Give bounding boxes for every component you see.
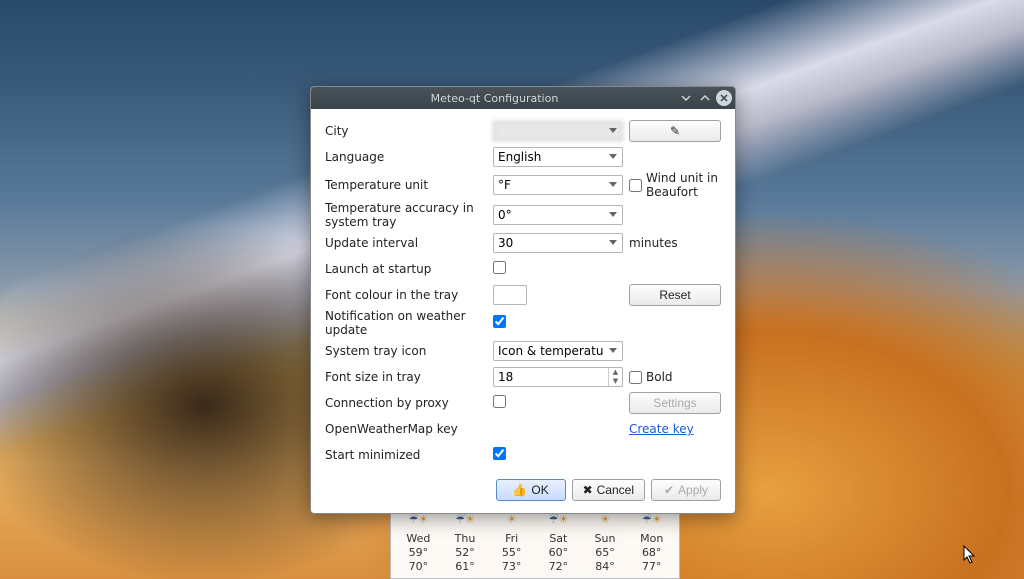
city-label: City (325, 124, 493, 138)
cancel-icon: ✖ (583, 483, 593, 497)
create-key-link[interactable]: Create key (629, 422, 694, 436)
proxy-checkbox[interactable] (493, 395, 506, 408)
owm-key-input[interactable] (493, 419, 623, 439)
tray-icon-label: System tray icon (325, 344, 493, 358)
spin-up-icon[interactable]: ▲ (609, 368, 622, 377)
ok-icon: 👍 (512, 483, 527, 497)
window-title: Meteo-qt Configuration (311, 92, 678, 105)
forecast-dow: Wed (397, 532, 440, 545)
forecast-hi: 84° (584, 560, 627, 574)
update-interval-select[interactable]: 30 (493, 233, 623, 253)
font-size-input[interactable] (494, 368, 608, 386)
font-colour-label: Font colour in the tray (325, 288, 493, 302)
forecast-hi: 73° (490, 560, 533, 574)
proxy-settings-button: Settings (629, 392, 721, 414)
forecast-dow: Thu (444, 532, 487, 545)
apply-button: ✔Apply (651, 479, 721, 501)
forecast-hi: 61° (444, 560, 487, 574)
dialog-body: City ✎ Language English Temperature unit… (311, 109, 735, 513)
launch-startup-label: Launch at startup (325, 262, 493, 276)
forecast-day: ☔☀ Wed 59°70° (397, 508, 440, 574)
reset-button[interactable]: Reset (629, 284, 721, 306)
city-select[interactable] (493, 121, 623, 141)
start-minimized-checkbox[interactable] (493, 447, 506, 460)
temp-unit-label: Temperature unit (325, 178, 493, 192)
font-size-label: Font size in tray (325, 370, 493, 384)
forecast-dow: Fri (490, 532, 533, 545)
config-dialog: Meteo-qt Configuration City ✎ Language E… (310, 86, 736, 514)
spin-down-icon[interactable]: ▼ (609, 377, 622, 386)
forecast-dow: Sat (537, 532, 580, 545)
forecast-hi: 77° (630, 560, 673, 574)
titlebar[interactable]: Meteo-qt Configuration (311, 87, 735, 109)
wind-beaufort-checkbox[interactable] (629, 179, 642, 192)
close-button[interactable] (716, 90, 732, 106)
font-size-spinbox[interactable]: ▲▼ (493, 367, 623, 387)
language-label: Language (325, 150, 493, 164)
apply-icon: ✔ (664, 483, 674, 497)
forecast-day: ☀ Sun 65°84° (584, 508, 627, 574)
forecast-lo: 68° (630, 546, 673, 560)
forecast-lo: 65° (584, 546, 627, 560)
tray-icon-select[interactable]: Icon & temperature (493, 341, 623, 361)
dialog-button-row: 👍OK ✖Cancel ✔Apply (325, 473, 721, 507)
start-minimized-label: Start minimized (325, 448, 493, 462)
forecast-hi: 70° (397, 560, 440, 574)
forecast-lo: 52° (444, 546, 487, 560)
ok-button[interactable]: 👍OK (496, 479, 566, 501)
minimize-button[interactable] (678, 90, 694, 106)
temp-accuracy-label: Temperature accuracy in system tray (325, 201, 493, 229)
bold-checkbox[interactable] (629, 371, 642, 384)
notify-update-label: Notification on weather update (325, 309, 493, 337)
notify-update-checkbox[interactable] (493, 315, 506, 328)
bold-label: Bold (646, 370, 673, 384)
forecast-lo: 59° (397, 546, 440, 560)
forecast-lo: 55° (490, 546, 533, 560)
forecast-hi: 72° (537, 560, 580, 574)
forecast-day: ☔☀ Mon 68°77° (630, 508, 673, 574)
update-interval-label: Update interval (325, 236, 493, 250)
font-colour-swatch[interactable] (493, 285, 527, 305)
language-select[interactable]: English (493, 147, 623, 167)
minutes-suffix: minutes (629, 236, 678, 250)
temp-unit-select[interactable]: °F (493, 175, 623, 195)
launch-startup-checkbox[interactable] (493, 261, 506, 274)
forecast-lo: 60° (537, 546, 580, 560)
proxy-label: Connection by proxy (325, 396, 493, 410)
maximize-button[interactable] (697, 90, 713, 106)
pencil-icon: ✎ (670, 124, 680, 138)
forecast-dow: Mon (630, 532, 673, 545)
owm-key-label: OpenWeatherMap key (325, 422, 493, 436)
forecast-day: ☔☀ Sat 60°72° (537, 508, 580, 574)
forecast-dow: Sun (584, 532, 627, 545)
temp-accuracy-select[interactable]: 0° (493, 205, 623, 225)
forecast-day: ☔☀ Thu 52°61° (444, 508, 487, 574)
cancel-button[interactable]: ✖Cancel (572, 479, 645, 501)
edit-city-button[interactable]: ✎ (629, 120, 721, 142)
forecast-day: ☀ Fri 55°73° (490, 508, 533, 574)
wind-beaufort-label: Wind unit in Beaufort (646, 171, 721, 199)
